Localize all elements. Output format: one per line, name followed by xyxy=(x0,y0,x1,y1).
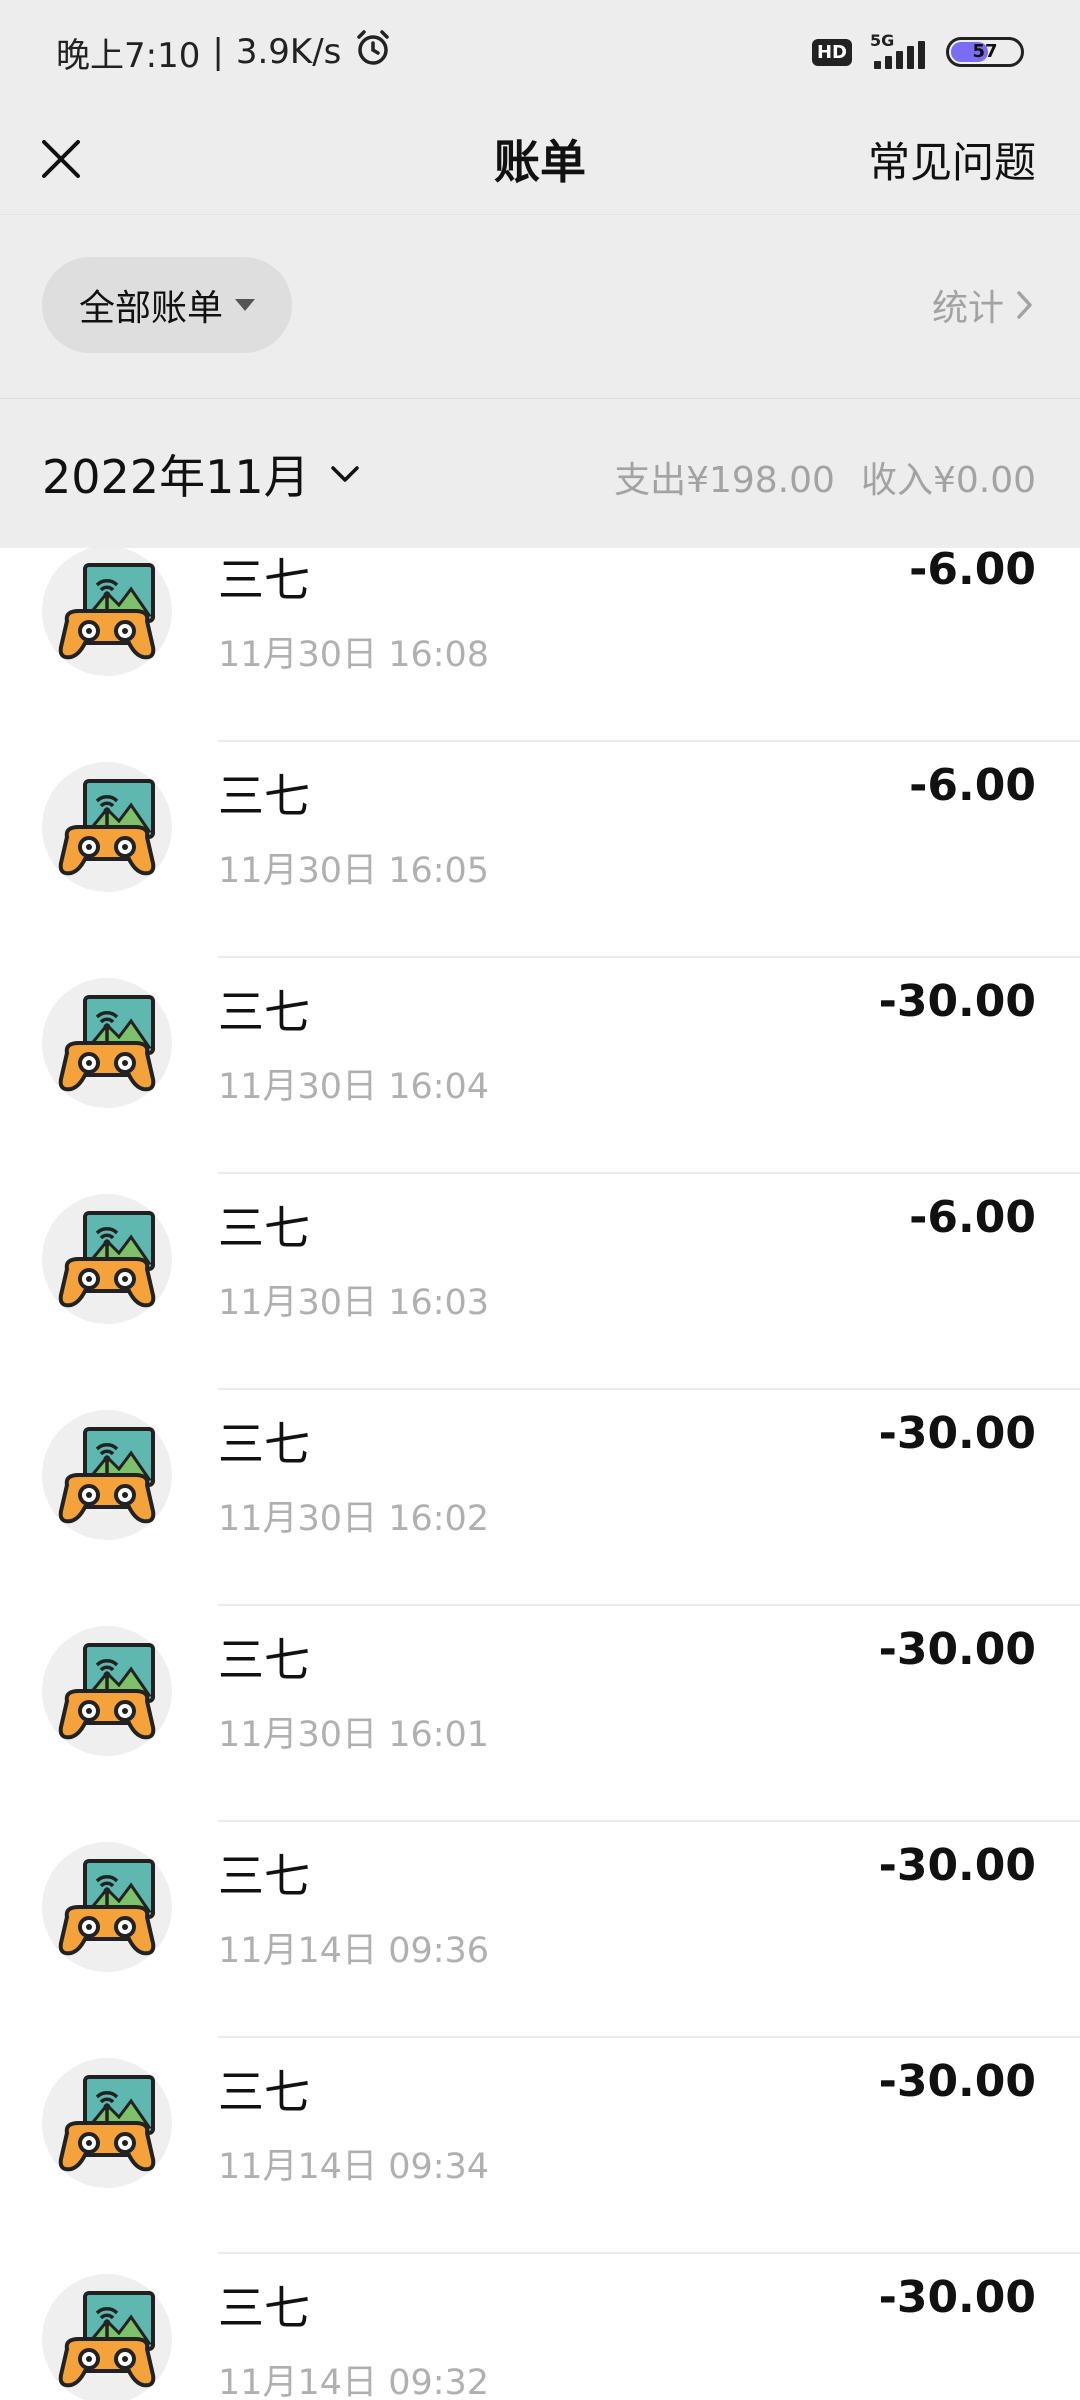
game-controller-icon xyxy=(58,1643,156,1740)
merchant-avatar xyxy=(42,2274,172,2400)
game-controller-icon xyxy=(58,563,156,660)
status-bar: 晚上7:10 | 3.9K/s HD 5G 57 xyxy=(0,0,1080,104)
expense-total: 支出¥198.00 xyxy=(614,460,835,501)
month-summary: 支出¥198.00 收入¥0.00 xyxy=(614,451,1036,503)
all-bills-filter-button[interactable]: 全部账单 xyxy=(42,257,292,353)
close-button[interactable] xyxy=(28,126,94,192)
transaction-row[interactable]: 三七 11月14日 09:34 -30.00 xyxy=(0,2038,1080,2254)
transaction-amount: -30.00 xyxy=(878,1840,1036,1891)
chevron-down-icon xyxy=(330,466,359,482)
hd-badge: HD xyxy=(811,38,852,66)
merchant-avatar xyxy=(42,1842,172,1972)
transaction-time: 11月30日 16:08 xyxy=(218,635,490,675)
transaction-time: 11月30日 16:02 xyxy=(218,1499,490,1539)
transaction-time: 11月30日 16:01 xyxy=(218,1715,490,1755)
transaction-row[interactable]: 三七 11月14日 09:36 -30.00 xyxy=(0,1822,1080,2038)
close-icon xyxy=(42,140,80,178)
transaction-amount: -30.00 xyxy=(878,976,1036,1027)
status-time: 晚上7:10 xyxy=(56,35,201,76)
merchant-name: 三七 xyxy=(218,1849,310,1903)
income-total: 收入¥0.00 xyxy=(860,460,1036,501)
transaction-time: 11月14日 09:32 xyxy=(218,2363,490,2400)
merchant-name: 三七 xyxy=(218,1633,310,1687)
merchant-name: 三七 xyxy=(218,1417,310,1471)
transaction-amount: -6.00 xyxy=(909,1192,1036,1243)
status-separator: | xyxy=(212,32,224,72)
game-controller-icon xyxy=(58,1427,156,1524)
transaction-amount: -30.00 xyxy=(878,1624,1036,1675)
month-label: 2022年11月 xyxy=(42,450,310,504)
transaction-row[interactable]: 三七 11月30日 16:01 -30.00 xyxy=(0,1606,1080,1822)
merchant-avatar xyxy=(42,548,172,676)
merchant-avatar xyxy=(42,978,172,1108)
chevron-right-icon xyxy=(1017,291,1032,319)
merchant-name: 三七 xyxy=(218,553,310,607)
transaction-amount: -6.00 xyxy=(909,760,1036,811)
game-controller-icon xyxy=(58,779,156,876)
merchant-name: 三七 xyxy=(218,769,310,823)
merchant-avatar xyxy=(42,762,172,892)
alarm-icon xyxy=(353,28,393,77)
merchant-name: 三七 xyxy=(218,2281,310,2335)
nav-bar: 账单 常见问题 xyxy=(0,104,1080,214)
filter-bar: 全部账单 统计 xyxy=(0,214,1080,398)
transaction-list[interactable]: 三七 11月30日 16:08 -6.00 三七 11月30日 16:05 -6… xyxy=(0,548,1080,2400)
merchant-name: 三七 xyxy=(218,2065,310,2119)
status-left: 晚上7:10 | 3.9K/s xyxy=(56,28,393,77)
status-right: HD 5G 57 xyxy=(811,31,1024,69)
stats-label: 统计 xyxy=(931,288,1004,329)
page-title: 账单 xyxy=(494,135,586,189)
stats-link[interactable]: 统计 xyxy=(932,279,1036,331)
transaction-row[interactable]: 三七 11月30日 16:04 -30.00 xyxy=(0,958,1080,1174)
transaction-row[interactable]: 三七 11月30日 16:08 -6.00 xyxy=(0,548,1080,742)
transaction-row[interactable]: 三七 11月30日 16:05 -6.00 xyxy=(0,742,1080,958)
month-selector[interactable]: 2022年11月 xyxy=(42,441,362,507)
game-controller-icon xyxy=(58,1211,156,1308)
transaction-amount: -6.00 xyxy=(909,548,1036,595)
merchant-avatar xyxy=(42,1410,172,1540)
merchant-avatar xyxy=(42,2058,172,2188)
merchant-name: 三七 xyxy=(218,985,310,1039)
signal-icon: 5G xyxy=(864,31,934,69)
transaction-time: 11月14日 09:34 xyxy=(218,2147,490,2187)
game-controller-icon xyxy=(58,995,156,1092)
transaction-row[interactable]: 三七 11月14日 09:32 -30.00 xyxy=(0,2254,1080,2400)
merchant-avatar xyxy=(42,1194,172,1324)
transaction-time: 11月30日 16:03 xyxy=(218,1283,490,1323)
game-controller-icon xyxy=(58,2075,156,2172)
network-speed: 3.9K/s xyxy=(235,32,342,72)
faq-link[interactable]: 常见问题 xyxy=(868,129,1036,190)
transaction-row[interactable]: 三七 11月30日 16:02 -30.00 xyxy=(0,1390,1080,1606)
game-controller-icon xyxy=(58,2291,156,2388)
transaction-time: 11月14日 09:36 xyxy=(218,1931,490,1971)
merchant-avatar xyxy=(42,1626,172,1756)
game-controller-icon xyxy=(58,1859,156,1956)
transaction-time: 11月30日 16:04 xyxy=(218,1067,490,1107)
all-bills-label: 全部账单 xyxy=(78,288,223,329)
battery-level: 57 xyxy=(972,41,998,62)
merchant-name: 三七 xyxy=(218,1201,310,1255)
transaction-row[interactable]: 三七 11月30日 16:03 -6.00 xyxy=(0,1174,1080,1390)
transaction-amount: -30.00 xyxy=(878,2272,1036,2323)
triangle-down-icon xyxy=(235,299,255,311)
transaction-amount: -30.00 xyxy=(878,1408,1036,1459)
battery-icon: 57 xyxy=(946,37,1024,67)
month-header: 2022年11月 支出¥198.00 收入¥0.00 xyxy=(0,398,1080,548)
transaction-time: 11月30日 16:05 xyxy=(218,851,490,891)
transaction-amount: -30.00 xyxy=(878,2056,1036,2107)
